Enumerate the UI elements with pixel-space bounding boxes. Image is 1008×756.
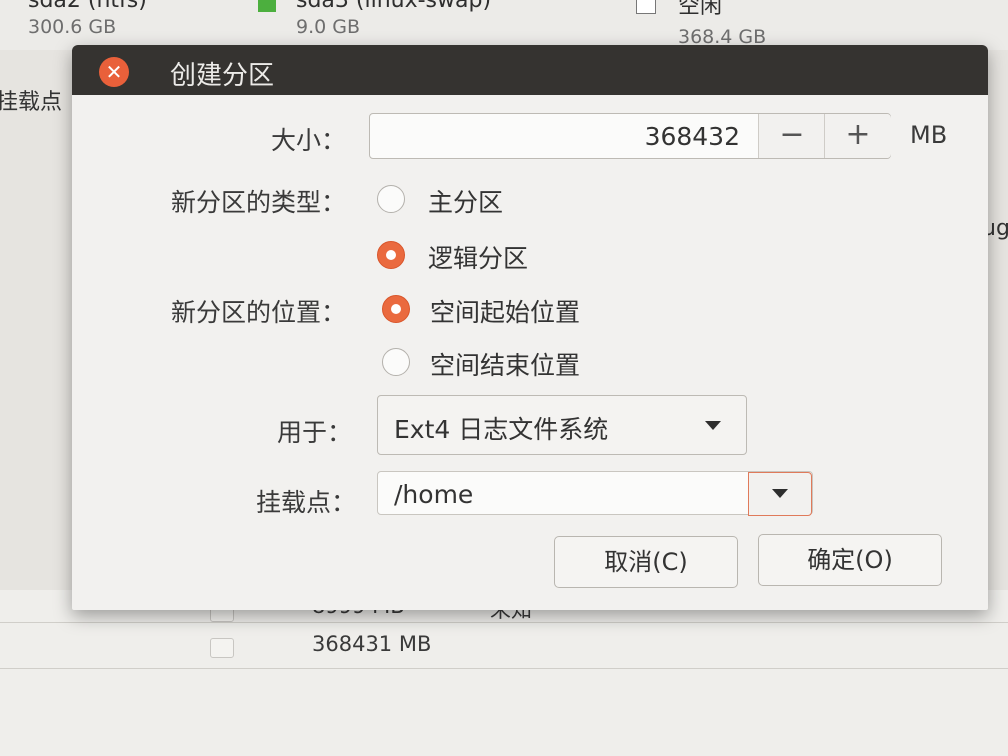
row-divider bbox=[0, 668, 1008, 669]
partition-sda2-name: sda2 (ntfs) bbox=[28, 0, 147, 13]
ok-button[interactable]: 确定(O) bbox=[758, 534, 942, 586]
location-start-radio[interactable] bbox=[382, 295, 410, 323]
type-primary-radio[interactable] bbox=[377, 185, 405, 213]
cancel-button[interactable]: 取消(C) bbox=[554, 536, 738, 588]
mount-point-column-header: 挂载点 bbox=[0, 90, 63, 115]
partition-free-swatch bbox=[636, 0, 656, 14]
create-partition-dialog: ✕ 创建分区 大小： 368432 − + MB 新分区的类型： 主分区 逻辑分… bbox=[72, 45, 988, 610]
use-as-label: 用于： bbox=[276, 418, 352, 447]
partition-location-label: 新分区的位置： bbox=[170, 298, 346, 327]
chevron-down-icon bbox=[772, 489, 788, 498]
dialog-titlebar: ✕ 创建分区 bbox=[72, 45, 988, 95]
type-primary-label[interactable]: 主分区 bbox=[428, 183, 503, 219]
size-spinbox[interactable]: 368432 − + bbox=[369, 113, 891, 159]
type-logical-label[interactable]: 逻辑分区 bbox=[428, 239, 528, 275]
location-end-label[interactable]: 空间结束位置 bbox=[430, 346, 580, 382]
location-end-radio[interactable] bbox=[382, 348, 410, 376]
size-value[interactable]: 368432 bbox=[645, 122, 740, 151]
mount-point-value[interactable]: /home bbox=[394, 480, 473, 509]
location-start-label[interactable]: 空间起始位置 bbox=[430, 293, 580, 329]
list-row-size: 368431 MB bbox=[312, 632, 432, 656]
partition-sda3-name: sda3 (linux-swap) bbox=[296, 0, 492, 13]
mount-point-label: 挂载点： bbox=[255, 488, 356, 517]
row-checkbox[interactable] bbox=[210, 638, 234, 658]
filesystem-value: Ext4 日志文件系统 bbox=[394, 415, 609, 444]
size-label: 大小： bbox=[270, 126, 346, 155]
type-logical-radio[interactable] bbox=[377, 241, 405, 269]
size-unit: MB bbox=[910, 121, 948, 149]
filesystem-dropdown[interactable]: Ext4 日志文件系统 bbox=[377, 395, 747, 455]
partition-bar bbox=[0, 0, 1008, 50]
mount-point-combo[interactable]: /home bbox=[377, 471, 813, 516]
partition-free-name: 空闲 bbox=[678, 0, 723, 19]
dialog-title: 创建分区 bbox=[170, 61, 275, 91]
partition-sda3-size: 9.0 GB bbox=[296, 16, 361, 38]
partition-sda3-swatch bbox=[258, 0, 276, 12]
decrement-button[interactable]: − bbox=[758, 114, 825, 158]
close-icon[interactable]: ✕ bbox=[99, 57, 129, 87]
row-divider bbox=[0, 622, 1008, 623]
chevron-down-icon bbox=[705, 421, 721, 430]
mount-point-dropdown-button[interactable] bbox=[748, 472, 812, 516]
increment-button[interactable]: + bbox=[824, 114, 891, 158]
partition-type-label: 新分区的类型： bbox=[170, 188, 346, 217]
partition-sda2-size: 300.6 GB bbox=[28, 16, 117, 38]
